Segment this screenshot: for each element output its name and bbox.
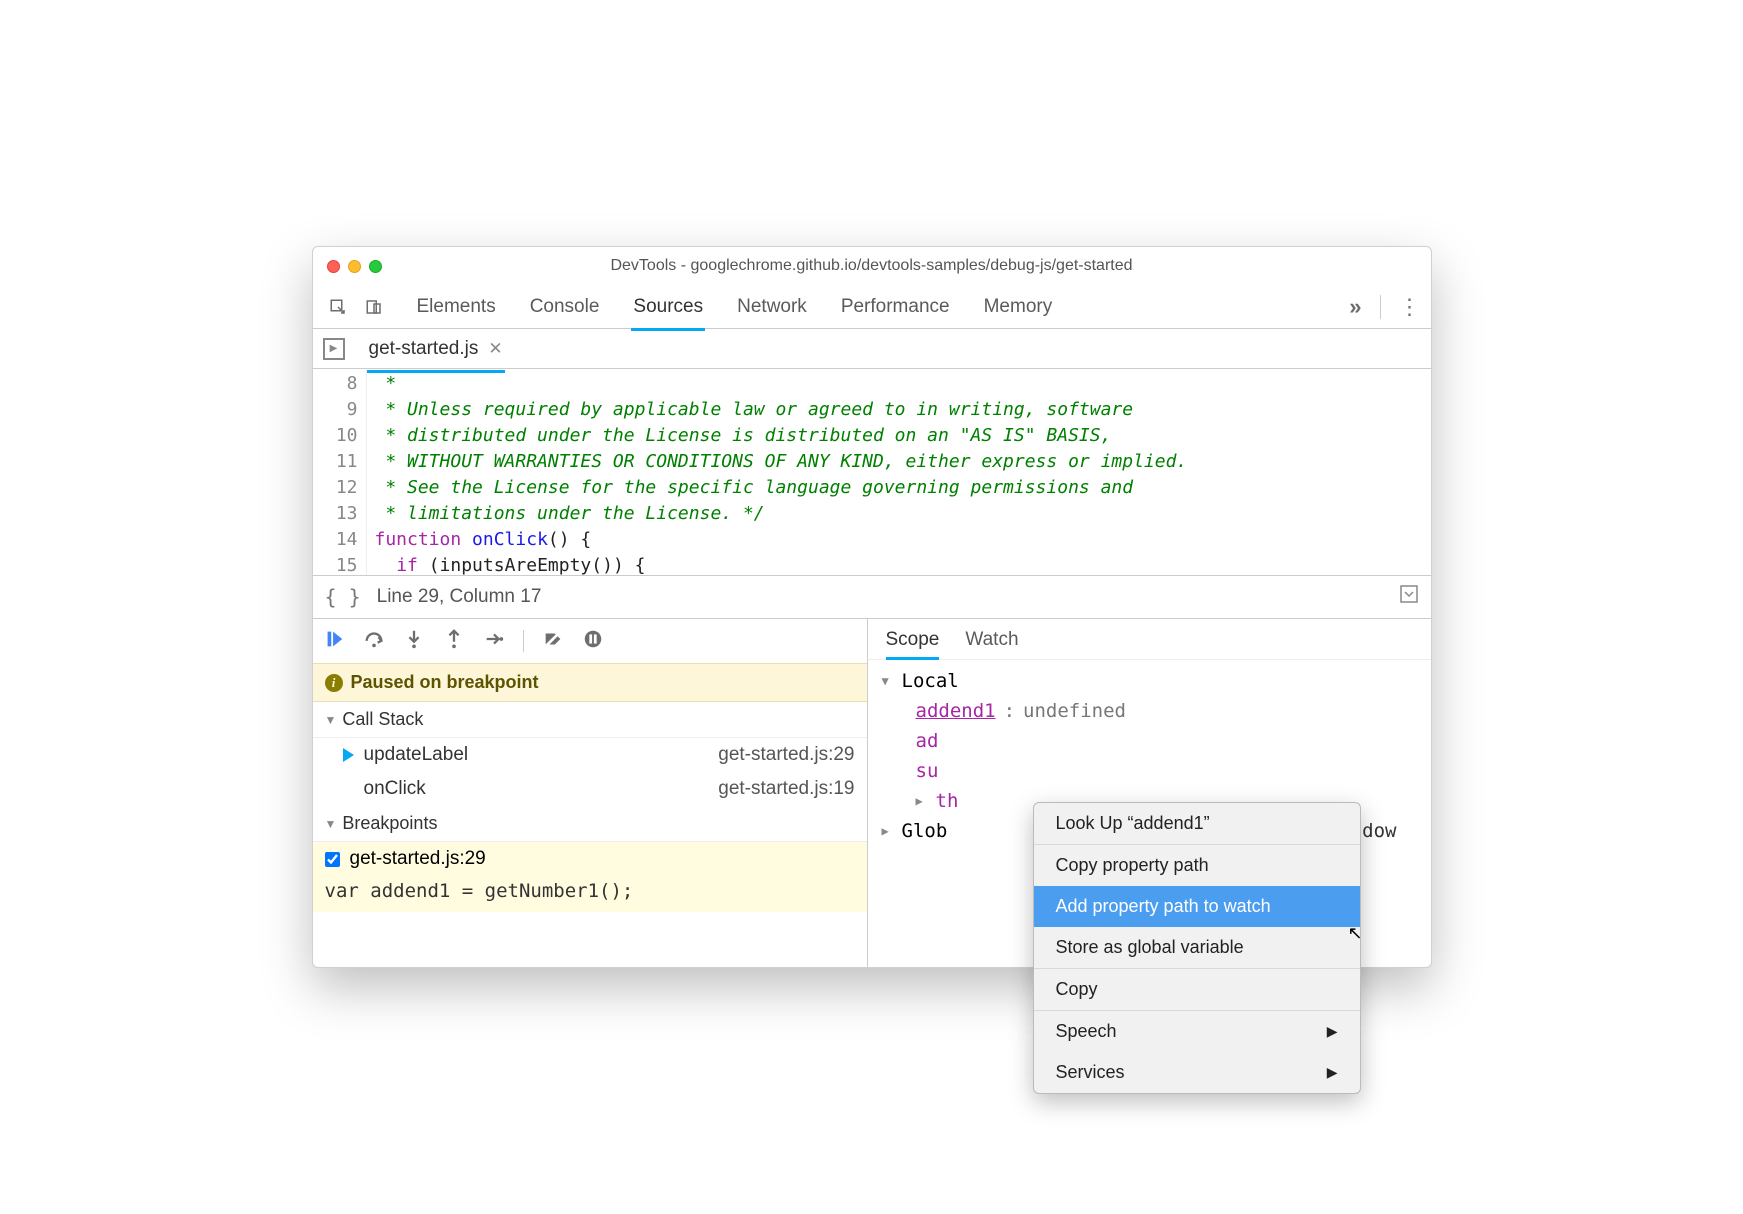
- menu-item-label: Copy property path: [1056, 855, 1209, 876]
- submenu-arrow-icon: ▶: [1327, 1023, 1338, 1040]
- editor-statusbar: { } Line 29, Column 17: [313, 575, 1431, 619]
- navigator-pane-icon[interactable]: [323, 338, 345, 360]
- devtools-window: DevTools - googlechrome.github.io/devtoo…: [312, 246, 1432, 968]
- inspect-element-icon[interactable]: [323, 292, 353, 322]
- scope-watch-tabs: Scope Watch: [868, 619, 1431, 660]
- breakpoints-header[interactable]: ▼ Breakpoints: [313, 806, 867, 842]
- frame-location: get-started.js:19: [718, 778, 854, 800]
- tab-scope[interactable]: Scope: [886, 629, 940, 659]
- menu-item-label: Store as global variable: [1056, 937, 1244, 958]
- tab-watch[interactable]: Watch: [965, 629, 1018, 659]
- file-tabstrip: get-started.js ✕: [313, 329, 1431, 369]
- scope-local-header[interactable]: ▼ Local: [882, 666, 1417, 696]
- device-toolbar-icon[interactable]: [359, 292, 389, 322]
- tab-memory[interactable]: Memory: [982, 288, 1055, 326]
- tab-sources[interactable]: Sources: [631, 288, 705, 326]
- context-menu-item[interactable]: Look Up “addend1”: [1034, 803, 1360, 844]
- context-menu-item[interactable]: Speech ▶: [1034, 1011, 1360, 1052]
- context-menu-item[interactable]: Copy: [1034, 969, 1360, 1010]
- cursor-position: Line 29, Column 17: [377, 586, 542, 608]
- debugger-controls: [313, 619, 867, 663]
- step-over-icon[interactable]: [363, 628, 385, 655]
- separator: [523, 630, 524, 652]
- pause-on-exceptions-icon[interactable]: [582, 628, 604, 655]
- context-menu: Look Up “addend1” Copy property path Add p…: [1033, 802, 1361, 1094]
- step-icon[interactable]: [483, 628, 505, 655]
- deactivate-breakpoints-icon[interactable]: [542, 628, 564, 655]
- settings-menu-icon[interactable]: ⋮: [1399, 294, 1421, 320]
- chevron-right-icon: ▶: [882, 816, 894, 846]
- window-title: DevTools - googlechrome.github.io/devtoo…: [313, 257, 1431, 275]
- file-tab-label: get-started.js: [369, 338, 479, 360]
- menu-item-label: Copy: [1056, 979, 1098, 1000]
- tab-elements[interactable]: Elements: [415, 288, 498, 326]
- file-tab-get-started[interactable]: get-started.js ✕: [367, 332, 505, 366]
- debugger-left-pane: i Paused on breakpoint ▼ Call Stack upda…: [313, 619, 868, 967]
- main-toolbar: Elements Console Sources Network Perform…: [313, 285, 1431, 329]
- chevron-down-icon: ▼: [325, 817, 337, 831]
- close-icon[interactable]: ✕: [488, 339, 502, 359]
- tab-console[interactable]: Console: [528, 288, 602, 326]
- tab-performance[interactable]: Performance: [839, 288, 952, 326]
- overflow-icon[interactable]: »: [1349, 294, 1361, 320]
- call-stack-list: updateLabel get-started.js:29 onClick get-s…: [313, 738, 867, 806]
- menu-item-label: Speech: [1056, 1021, 1117, 1042]
- call-stack-frame[interactable]: updateLabel get-started.js:29: [313, 738, 867, 772]
- context-menu-item[interactable]: Store as global variable: [1034, 927, 1360, 968]
- code-editor[interactable]: 8910111213141516 * * Unless required by …: [313, 369, 1431, 575]
- info-icon: i: [325, 674, 343, 692]
- menu-item-label: Add property path to watch: [1056, 896, 1271, 917]
- resume-icon[interactable]: [323, 628, 345, 655]
- chevron-right-icon: ▶: [916, 786, 928, 816]
- chevron-down-icon: ▼: [325, 713, 337, 727]
- call-stack-frame[interactable]: onClick get-started.js:19: [313, 772, 867, 806]
- breakpoint-label: get-started.js:29: [350, 848, 486, 870]
- chevron-down-icon: ▼: [882, 666, 894, 696]
- step-into-icon[interactable]: [403, 628, 425, 655]
- call-stack-header[interactable]: ▼ Call Stack: [313, 702, 867, 738]
- menu-item-label: Services: [1056, 1062, 1125, 1083]
- paused-message: Paused on breakpoint: [351, 672, 539, 693]
- breakpoint-checkbox[interactable]: [325, 852, 340, 867]
- tab-network[interactable]: Network: [735, 288, 809, 326]
- code-content: * * Unless required by applicable law or…: [367, 369, 1196, 575]
- pretty-print-icon[interactable]: { }: [325, 585, 361, 609]
- scope-var-partial[interactable]: ad: [916, 726, 1417, 756]
- line-gutter: 8910111213141516: [313, 369, 367, 575]
- frame-function: updateLabel: [364, 744, 469, 766]
- panel-tabs: Elements Console Sources Network Perform…: [415, 288, 1055, 326]
- breakpoint-code: var addend1 = getNumber1();: [313, 876, 867, 912]
- context-menu-item[interactable]: Add property path to watch: [1034, 886, 1360, 927]
- current-frame-icon: [343, 748, 354, 762]
- frame-function: onClick: [364, 778, 426, 800]
- scope-var-addend1[interactable]: addend1: undefined: [916, 696, 1417, 726]
- step-out-icon[interactable]: [443, 628, 465, 655]
- submenu-arrow-icon: ▶: [1327, 1064, 1338, 1081]
- breakpoint-item[interactable]: get-started.js:29: [313, 842, 867, 876]
- scope-var-partial[interactable]: su: [916, 756, 1417, 786]
- frame-location: get-started.js:29: [718, 744, 854, 766]
- paused-banner: i Paused on breakpoint: [313, 663, 867, 702]
- context-menu-item[interactable]: Copy property path: [1034, 845, 1360, 886]
- menu-item-label: Look Up “addend1”: [1056, 813, 1210, 834]
- context-menu-item[interactable]: Services ▶: [1034, 1052, 1360, 1093]
- collapse-icon[interactable]: [1399, 584, 1419, 610]
- separator: [1380, 295, 1381, 319]
- titlebar: DevTools - googlechrome.github.io/devtoo…: [313, 247, 1431, 285]
